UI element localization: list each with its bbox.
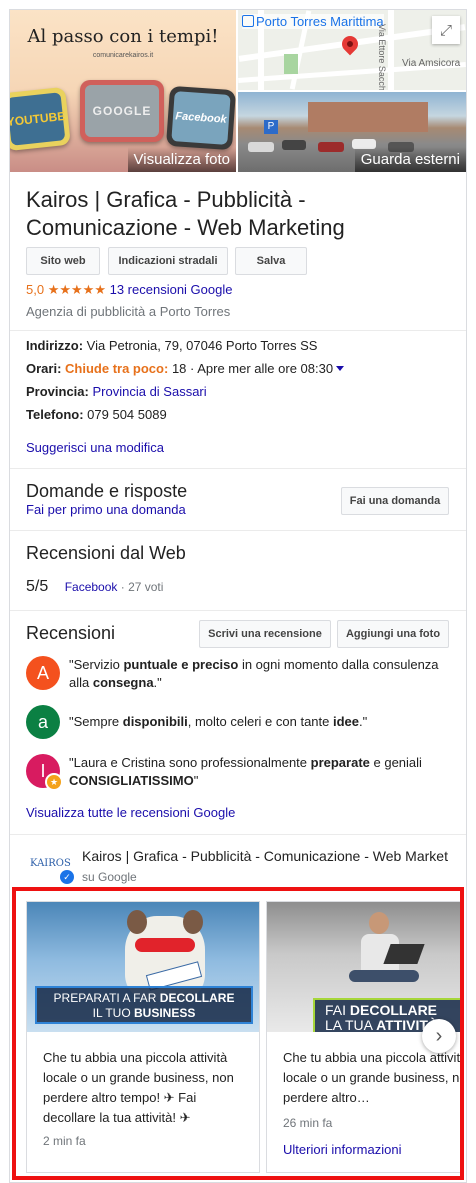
hours-row[interactable]: Orari: Chiude tra poco: 18 · Apre mer al… [26,361,345,376]
tv-facebook: Facebook [165,85,236,151]
website-button[interactable]: Sito web [26,247,100,275]
phone-value[interactable]: 079 504 5089 [87,407,167,422]
post-text: Che tu abbia una piccola attività locale… [283,1050,464,1105]
business-logo[interactable]: KAIROS ✓ [26,846,74,886]
write-review-button[interactable]: Scrivi una recensione [199,620,331,648]
review-text: "Sempre disponibili, molto celeri e con … [69,714,368,729]
web-reviews-heading: Recensioni dal Web [26,543,186,563]
rating-row: 5,0 ★★★★★ 13 recensioni Google [26,282,232,298]
business-title: Kairos | Grafica - Pubblicità - Comunica… [26,187,345,240]
save-button[interactable]: Salva [235,247,307,275]
web-review-score: 5/5 [26,578,49,595]
avatar[interactable]: A [26,656,60,690]
logo-text: KAIROS [30,858,71,869]
tv-google: GOOGLE [80,80,164,142]
province-label: Provincia: [26,384,89,399]
divider [10,834,466,835]
photo-strip: Al passo con i tempi! comunicarekairos.i… [10,10,466,172]
reviews-link[interactable]: 13 recensioni Google [110,282,233,297]
knowledge-panel: Al passo con i tempi! comunicarekairos.i… [9,9,467,1183]
chevron-down-icon[interactable] [336,366,345,371]
main-photo[interactable]: Al passo con i tempi! comunicarekairos.i… [10,10,236,172]
divider [10,530,466,531]
address-label: Indirizzo: [26,338,84,353]
exterior-label[interactable]: Guarda esterni [354,147,466,172]
suggest-edit-link[interactable]: Suggerisci una modifica [26,440,164,455]
facebook-link[interactable]: Facebook [65,580,118,594]
votes-count: · 27 voti [117,580,164,594]
map-street-vertical: Via Ettore Sacchi [377,24,387,90]
rating-stars-icon: ★★★★★ [47,282,106,297]
address-row: Indirizzo: Via Petronia, 79, 07046 Porto… [26,338,317,353]
divider [10,610,466,611]
posts-carousel: PREPARATI A FAR DECOLLARE IL TUO BUSINES… [12,887,464,1180]
parking-icon: P [264,120,278,134]
post-time: 26 min fa [283,1116,333,1130]
street-photo[interactable]: P Guarda esterni [238,92,466,172]
see-all-reviews-link[interactable]: Visualizza tutte le recensioni Google [26,805,235,820]
local-guide-star-icon: ★ [45,773,63,791]
qa-heading: Domande e risposte [26,481,188,501]
phone-row: Telefono: 079 504 5089 [26,407,167,422]
posts-business-name[interactable]: Kairos | Grafica - Pubblicità - Comunica… [82,848,448,864]
hours-label: Orari: [26,361,62,376]
on-google-label: su Google [82,870,137,884]
address-value[interactable]: Via Petronia, 79, 07046 Porto Torres SS [87,338,318,353]
photo-tagline: Al passo con i tempi! [27,26,219,47]
ask-question-button[interactable]: Fai una domanda [341,487,449,515]
reviews-heading: Recensioni [26,623,116,643]
add-photo-button[interactable]: Aggiungi una foto [337,620,449,648]
review-text: "Servizio puntuale e preciso in ogni mom… [69,657,439,690]
post-image: PREPARATI A FAR DECOLLARE IL TUO BUSINES… [27,902,259,1032]
tv-youtube: YOUTUBE [10,86,71,152]
web-review-row: 5/5 Facebook · 27 voti [26,578,163,596]
post-card[interactable]: PREPARATI A FAR DECOLLARE IL TUO BUSINES… [26,901,260,1173]
post-text: Che tu abbia una piccola attività locale… [43,1050,234,1125]
phone-label: Telefono: [26,407,84,422]
photo-site: comunicarekairos.it [92,52,154,59]
divider [10,468,466,469]
province-row: Provincia: Provincia di Sassari [26,384,207,399]
first-ask-link[interactable]: Fai per primo una domanda [26,502,186,517]
post-image: FAI DECOLLARE LA TUA ATTIVITÀ [267,902,460,1032]
post-banner: PREPARATI A FAR DECOLLARE IL TUO BUSINES… [35,986,253,1024]
expand-map-icon[interactable]: ⤢ [432,16,460,44]
hours-value: 18 · Apre mer alle ore 08:30 [171,361,334,376]
business-category: Agenzia di pubblicità a Porto Torres [26,304,231,319]
rating-score: 5,0 [26,282,45,297]
view-photos-label[interactable]: Visualizza foto [127,147,236,172]
map-pin-icon [338,32,362,56]
avatar[interactable]: I ★ [26,754,63,791]
province-link[interactable]: Provincia di Sassari [92,384,206,399]
map-place-label[interactable]: Porto Torres Marittima [242,14,384,29]
map-thumbnail[interactable]: Porto Torres Marittima Via Ettore Sacchi… [238,10,466,90]
review-text: "Laura e Cristina sono professionalmente… [69,755,422,788]
directions-button[interactable]: Indicazioni stradali [108,247,228,275]
hours-status: Chiude tra poco: [65,361,169,376]
verified-check-icon: ✓ [60,870,74,884]
more-info-link[interactable]: Ulteriori informazioni [283,1142,401,1157]
transit-icon [242,15,254,27]
post-time: 2 min fa [43,1134,86,1148]
avatar[interactable]: a [26,705,60,739]
chevron-right-icon[interactable]: › [422,1019,456,1053]
map-street-horizontal: Via Amsicora [402,58,461,69]
man-laptop-illustration [339,912,429,1002]
divider [10,330,466,331]
